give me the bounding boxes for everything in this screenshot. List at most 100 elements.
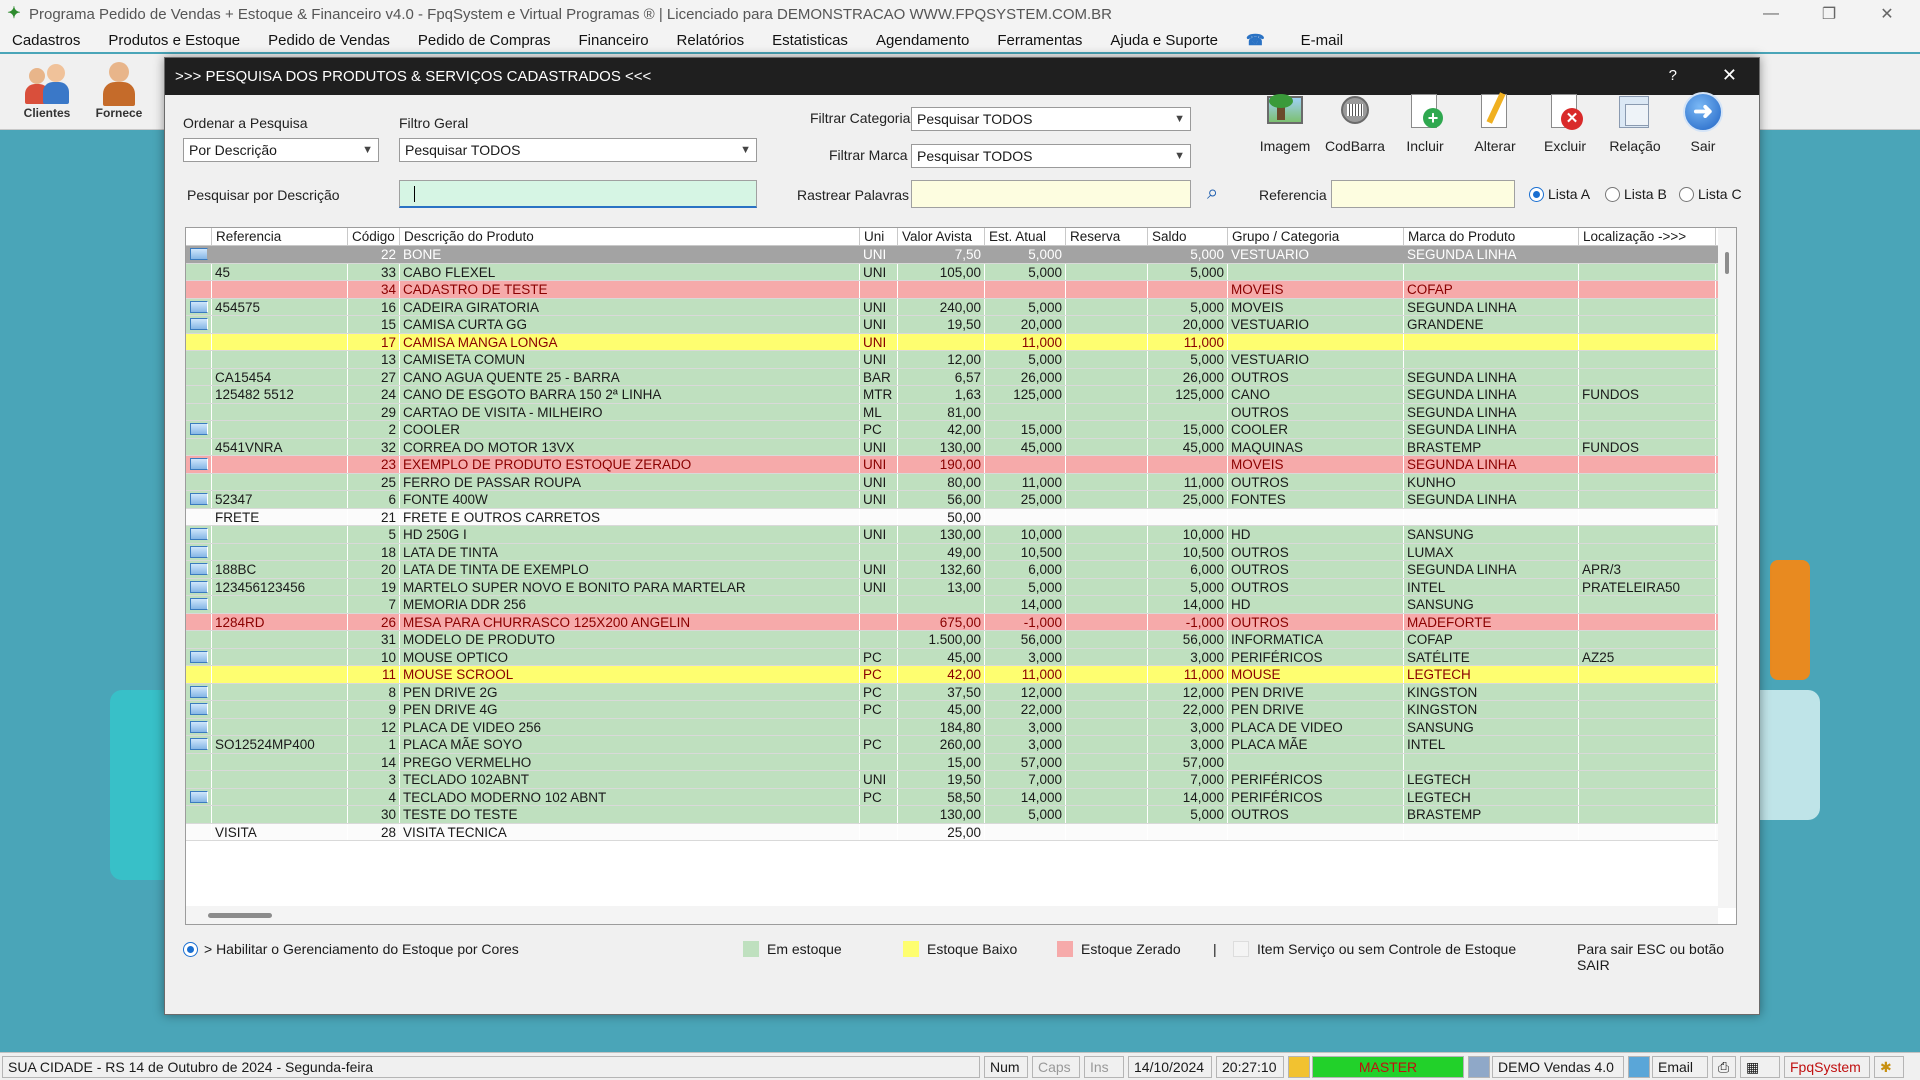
status-bar: SUA CIDADE - RS 14 de Outubro de 2024 - … [0, 1052, 1920, 1080]
table-row[interactable]: 7 MEMORIA DDR 256 14,000 14,000 HD SANSUNG [186, 596, 1718, 614]
table-row[interactable]: 8 PEN DRIVE 2G PC 37,50 12,000 12,000 PEN DRIV… [186, 683, 1718, 701]
minimize-icon[interactable]: — [1742, 0, 1800, 28]
table-row[interactable]: CA15454 27 CANO AGUA QUENTE 25 - BARRA BAR 6… [186, 368, 1718, 386]
table-row[interactable]: VISITA 28 VISITA TECNICA 25,00 [186, 823, 1718, 841]
table-row[interactable]: 31 MODELO DE PRODUTO 1.500,00 56,000 56,000 I… [186, 631, 1718, 649]
header-uni[interactable]: Uni [860, 228, 898, 245]
scroll-thumb[interactable] [208, 913, 272, 918]
table-row[interactable]: 22 BONE UNI 7,50 5,000 5,000 VESTUARIO SEGUNDA … [186, 246, 1718, 264]
table-row[interactable]: 34 CADASTRO DE TESTE MOVEIS COFAP [186, 281, 1718, 299]
email-icon[interactable] [1628, 1056, 1650, 1078]
menu-produtos-estoque[interactable]: Produtos e Estoque [108, 32, 240, 49]
radio-lista-a[interactable]: Lista A [1529, 186, 1590, 202]
header-saldo[interactable]: Saldo [1148, 228, 1228, 245]
table-row[interactable]: 25 FERRO DE PASSAR ROUPA UNI 80,00 11,000 11,… [186, 473, 1718, 491]
table-row[interactable]: FRETE 21 FRETE E OUTROS CARRETOS 50,00 [186, 508, 1718, 526]
incluir-button[interactable]: + Incluir [1393, 90, 1457, 160]
table-row[interactable]: 1284RD 26 MESA PARA CHURRASCO 125X200 ANGE… [186, 613, 1718, 631]
table-row[interactable]: 2 COOLER PC 42,00 15,000 15,000 COOLER SEGUNDA … [186, 421, 1718, 439]
table-row[interactable]: 52347 6 FONTE 400W UNI 56,00 25,000 25,000 FONT… [186, 491, 1718, 509]
printer-icon[interactable]: ⎙ [1712, 1056, 1736, 1078]
radio-dot [1605, 186, 1620, 202]
table-row[interactable]: 30 TESTE DO TESTE 130,00 5,000 5,000 OUTROS BR… [186, 806, 1718, 824]
table-row[interactable]: 13 CAMISETA COMUN UNI 12,00 5,000 5,000 VESTUA… [186, 351, 1718, 369]
menu-agendamento[interactable]: Agendamento [876, 32, 969, 49]
radio-lista-b[interactable]: Lista B [1605, 186, 1667, 202]
menu-cadastros[interactable]: Cadastros [12, 32, 80, 49]
ref-input[interactable] [1331, 180, 1515, 208]
search-input[interactable] [399, 180, 757, 208]
menu-relatorios[interactable]: Relatórios [677, 32, 745, 49]
fornece-button[interactable]: Fornece [86, 60, 152, 128]
horizontal-scrollbar[interactable] [186, 906, 1718, 924]
cell-localizacao [1579, 403, 1716, 420]
header-localizacao[interactable]: Localização ->>> [1579, 228, 1716, 245]
color-management-toggle[interactable]: > Habilitar o Gerenciamento do Estoque p… [183, 941, 519, 957]
radio-lista-c[interactable]: Lista C [1679, 186, 1742, 202]
support-icon[interactable]: ☎ [1246, 31, 1265, 49]
header-valor[interactable]: Valor Avista [898, 228, 985, 245]
table-row[interactable]: 10 MOUSE OPTICO PC 45,00 3,000 3,000 PERIFÉRIC… [186, 648, 1718, 666]
clientes-button[interactable]: Clientes [14, 60, 80, 128]
relacao-button[interactable]: Relação [1603, 90, 1667, 160]
scroll-thumb[interactable] [1725, 252, 1729, 274]
menu-estatisticas[interactable]: Estatisticas [772, 32, 848, 49]
table-row[interactable]: 14 PREGO VERMELHO 15,00 57,000 57,000 [186, 753, 1718, 771]
menu-ferramentas[interactable]: Ferramentas [997, 32, 1082, 49]
help-icon[interactable]: ? [1669, 67, 1677, 84]
close-icon[interactable]: ✕ [1722, 65, 1737, 86]
status-email[interactable]: Email [1652, 1056, 1708, 1078]
products-table[interactable]: Referencia Código Descrição do Produto U… [185, 227, 1737, 925]
table-row[interactable]: 18 LATA DE TINTA 49,00 10,500 10,500 OUTROS LU… [186, 543, 1718, 561]
alterar-button[interactable]: Alterar [1463, 90, 1527, 160]
filter-select[interactable]: Pesquisar TODOS ▼ [399, 138, 757, 162]
header-grupo[interactable]: Grupo / Categoria [1228, 228, 1404, 245]
menu-pedido-compras[interactable]: Pedido de Compras [418, 32, 551, 49]
cell-referencia: 125482 5512 [212, 386, 348, 403]
imagem-button[interactable]: Imagem [1253, 90, 1317, 160]
header-est-atual[interactable]: Est. Atual [985, 228, 1066, 245]
table-row[interactable]: 4 TECLADO MODERNO 102 ABNT PC 58,50 14,000 14… [186, 788, 1718, 806]
table-row[interactable]: 45 33 CABO FLEXEL UNI 105,00 5,000 5,000 [186, 263, 1718, 281]
track-input[interactable] [911, 180, 1191, 208]
cell-uni [860, 806, 898, 823]
cell-codigo: 11 [348, 666, 400, 683]
category-select[interactable]: Pesquisar TODOS ▼ [911, 107, 1191, 131]
header-descricao[interactable]: Descrição do Produto [400, 228, 860, 245]
settings-icon[interactable]: ✱ [1874, 1056, 1904, 1078]
brand-select[interactable]: Pesquisar TODOS ▼ [911, 144, 1191, 168]
header-reserva[interactable]: Reserva [1066, 228, 1148, 245]
restore-icon[interactable]: ❐ [1800, 0, 1858, 28]
table-row[interactable]: 123456123456 19 MARTELO SUPER NOVO E BONIT… [186, 578, 1718, 596]
menu-financeiro[interactable]: Financeiro [579, 32, 649, 49]
table-row[interactable]: 454575 16 CADEIRA GIRATORIA UNI 240,00 5,000 5… [186, 298, 1718, 316]
table-row[interactable]: 29 CARTAO DE VISITA - MILHEIRO ML 81,00 OUTR… [186, 403, 1718, 421]
menu-ajuda-suporte[interactable]: Ajuda e Suporte [1110, 32, 1218, 49]
table-row[interactable]: 15 CAMISA CURTA GG UNI 19,50 20,000 20,000 VES… [186, 316, 1718, 334]
menu-pedido-vendas[interactable]: Pedido de Vendas [268, 32, 390, 49]
table-row[interactable]: 23 EXEMPLO DE PRODUTO ESTOQUE ZERADO UNI 19… [186, 456, 1718, 474]
menu-email[interactable]: E-mail [1301, 32, 1344, 49]
excluir-button[interactable]: ✕ Excluir [1533, 90, 1597, 160]
table-row[interactable]: 188BC 20 LATA DE TINTA DE EXEMPLO UNI 132,60… [186, 561, 1718, 579]
header-referencia[interactable]: Referencia [212, 228, 348, 245]
sair-button[interactable]: ➜ Sair [1671, 90, 1735, 160]
close-window-icon[interactable]: ✕ [1858, 0, 1916, 28]
calculator-icon[interactable]: ▦ [1740, 1056, 1780, 1078]
table-row[interactable]: 9 PEN DRIVE 4G PC 45,00 22,000 22,000 PEN DRIV… [186, 701, 1718, 719]
cell-localizacao [1579, 788, 1716, 805]
order-select[interactable]: Por Descrição ▼ [183, 138, 379, 162]
table-row[interactable]: SO12524MP400 1 PLACA MÃE SOYO PC 260,00 3,000… [186, 736, 1718, 754]
header-codigo[interactable]: Código [348, 228, 400, 245]
header-marca[interactable]: Marca do Produto [1404, 228, 1579, 245]
table-row[interactable]: 11 MOUSE SCROOL PC 42,00 11,000 11,000 MOUSE LE… [186, 666, 1718, 684]
search-icon[interactable]: ⌕ [1207, 182, 1231, 206]
table-row[interactable]: 125482 5512 24 CANO DE ESGOTO BARRA 150 2ª… [186, 386, 1718, 404]
vertical-scrollbar[interactable] [1718, 228, 1736, 908]
table-row[interactable]: 12 PLACA DE VIDEO 256 184,80 3,000 3,000 PLAC… [186, 718, 1718, 736]
codbarra-button[interactable]: CodBarra [1323, 90, 1387, 160]
table-row[interactable]: 5 HD 250G I UNI 130,00 10,000 10,000 HD SANSUNG [186, 526, 1718, 544]
table-row[interactable]: 4541VNRA 32 CORREA DO MOTOR 13VX UNI 130,00 4… [186, 438, 1718, 456]
table-row[interactable]: 17 CAMISA MANGA LONGA UNI 11,000 11,000 [186, 333, 1718, 351]
table-row[interactable]: 3 TECLADO 102ABNT UNI 19,50 7,000 7,000 PERIFÉ… [186, 771, 1718, 789]
